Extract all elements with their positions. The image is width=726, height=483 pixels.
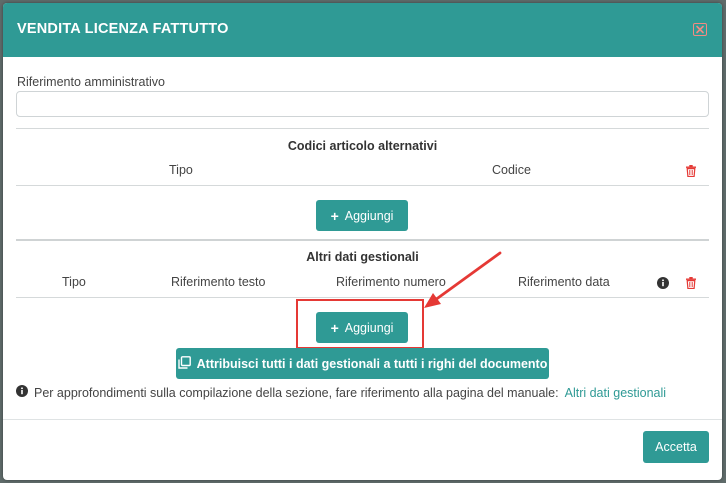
assign-management-data-button[interactable]: Attribuisci tutti i dati gestionali a tu… [176,348,549,379]
alt-codes-col-codice: Codice [492,163,531,177]
trash-icon[interactable] [686,164,696,182]
plus-icon: + [330,207,339,224]
add-alt-code-label: Aggiungi [344,208,394,223]
accept-button[interactable]: Accetta [643,431,709,463]
management-title: Altri dati gestionali [306,250,419,264]
info-icon [16,385,28,400]
divider [16,297,709,298]
footer-divider [3,419,722,420]
admin-reference-input[interactable] [16,91,709,117]
modal-title: VENDITA LICENZA FATTUTTO [17,21,229,37]
info-icon[interactable] [657,276,669,294]
highlight-box [296,299,424,349]
trash-icon[interactable] [686,276,696,294]
info-text: Per approfondimenti sulla compilazione d… [34,385,559,400]
alt-codes-col-tipo: Tipo [169,163,193,177]
close-icon[interactable] [693,23,707,36]
divider [16,239,709,241]
admin-reference-label: Riferimento amministrativo [17,75,165,89]
assign-management-data-label: Attribuisci tutti i dati gestionali a tu… [196,356,548,371]
divider [16,128,709,129]
management-col-tipo: Tipo [62,275,86,289]
modal-header: VENDITA LICENZA FATTUTTO [3,3,722,57]
modal-dialog: VENDITA LICENZA FATTUTTO Riferimento amm… [3,3,722,480]
info-line: Per approfondimenti sulla compilazione d… [16,385,666,400]
management-col-rif-data: Riferimento data [518,275,610,289]
alt-codes-title: Codici articolo alternativi [287,139,438,153]
manual-link[interactable]: Altri dati gestionali [565,386,666,400]
management-col-rif-testo: Riferimento testo [171,275,266,289]
management-col-rif-numero: Riferimento numero [336,275,446,289]
divider [16,185,709,186]
add-alt-code-button[interactable]: + Aggiungi [316,200,408,231]
copy-icon [177,355,191,372]
